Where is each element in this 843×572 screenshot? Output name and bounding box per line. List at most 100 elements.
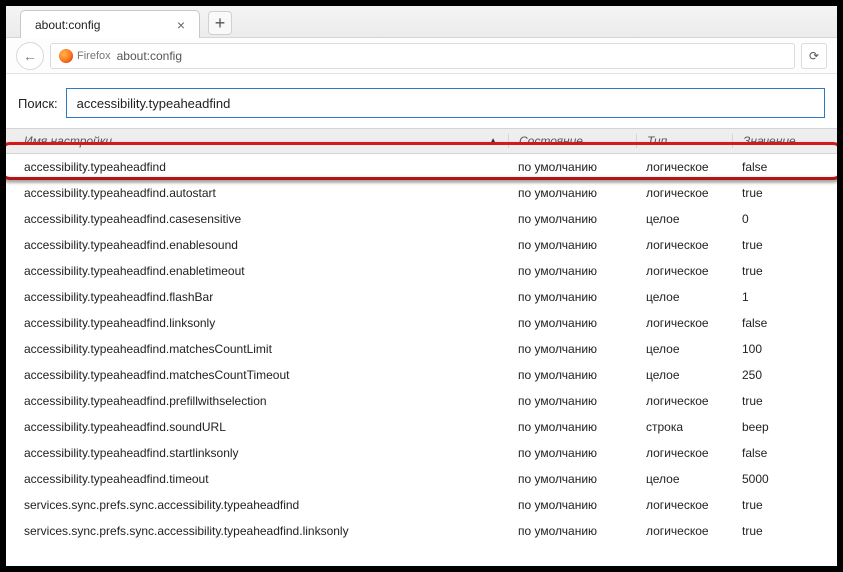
pref-name: accessibility.typeaheadfind.autostart: [24, 186, 216, 200]
table-row[interactable]: accessibility.typeaheadfind.soundURL по …: [6, 414, 837, 440]
pref-value: false: [742, 160, 767, 174]
pref-name: accessibility.typeaheadfind: [24, 160, 166, 174]
pref-value: 0: [742, 212, 749, 226]
pref-value: 5000: [742, 472, 769, 486]
pref-state: по умолчанию: [518, 368, 597, 382]
pref-state: по умолчанию: [518, 238, 597, 252]
pref-value: true: [742, 498, 763, 512]
col-header-value[interactable]: Значение: [732, 134, 837, 148]
brand-label: Firefox: [77, 50, 111, 62]
pref-value: true: [742, 524, 763, 538]
table-header: Имя настройки ▲ Состояние Тип Значение: [6, 128, 837, 154]
pref-name: accessibility.typeaheadfind.enabletimeou…: [24, 264, 245, 278]
pref-type: логическое: [646, 316, 709, 330]
col-header-state[interactable]: Состояние: [508, 134, 636, 148]
table-row[interactable]: accessibility.typeaheadfind.startlinkson…: [6, 440, 837, 466]
pref-name: accessibility.typeaheadfind.matchesCount…: [24, 342, 272, 356]
col-header-type-label: Тип: [647, 134, 667, 148]
pref-name: services.sync.prefs.sync.accessibility.t…: [24, 498, 299, 512]
table-row[interactable]: accessibility.typeaheadfind.timeout по у…: [6, 466, 837, 492]
identity-box[interactable]: Firefox: [59, 49, 111, 63]
pref-value: 250: [742, 368, 762, 382]
table-row[interactable]: accessibility.typeaheadfind.prefillwiths…: [6, 388, 837, 414]
pref-type: строка: [646, 420, 683, 434]
table-row[interactable]: services.sync.prefs.sync.accessibility.t…: [6, 518, 837, 544]
pref-state: по умолчанию: [518, 290, 597, 304]
pref-name: accessibility.typeaheadfind.enablesound: [24, 238, 238, 252]
pref-state: по умолчанию: [518, 394, 597, 408]
pref-state: по умолчанию: [518, 264, 597, 278]
tab-title: about:config: [35, 18, 173, 32]
table-row[interactable]: accessibility.typeaheadfind.matchesCount…: [6, 336, 837, 362]
table-row[interactable]: accessibility.typeaheadfind.autostart по…: [6, 180, 837, 206]
pref-type: логическое: [646, 160, 709, 174]
back-button[interactable]: ←: [16, 42, 44, 70]
highlighted-row-wrap: accessibility.typeaheadfind по умолчанию…: [6, 154, 837, 180]
sort-arrow-icon: ▲: [488, 136, 498, 147]
pref-state: по умолчанию: [518, 498, 597, 512]
table-row[interactable]: services.sync.prefs.sync.accessibility.t…: [6, 492, 837, 518]
pref-name: accessibility.typeaheadfind.soundURL: [24, 420, 226, 434]
browser-window: about:config × + ← Firefox about:config …: [6, 6, 837, 566]
tab-about-config[interactable]: about:config ×: [20, 10, 200, 38]
pref-value: false: [742, 446, 767, 460]
table-row[interactable]: accessibility.typeaheadfind.enabletimeou…: [6, 258, 837, 284]
pref-type: целое: [646, 368, 680, 382]
table-row[interactable]: accessibility.typeaheadfind.flashBar по …: [6, 284, 837, 310]
url-field[interactable]: Firefox about:config: [50, 43, 795, 69]
pref-type: логическое: [646, 264, 709, 278]
table-row[interactable]: accessibility.typeaheadfind.enablesound …: [6, 232, 837, 258]
table-row[interactable]: accessibility.typeaheadfind.casesensitiv…: [6, 206, 837, 232]
col-header-type[interactable]: Тип: [636, 134, 732, 148]
col-header-state-label: Состояние: [519, 134, 583, 148]
pref-name: services.sync.prefs.sync.accessibility.t…: [24, 524, 349, 538]
pref-type: целое: [646, 472, 680, 486]
plus-icon: +: [215, 13, 226, 34]
pref-type: целое: [646, 342, 680, 356]
pref-name: accessibility.typeaheadfind.linksonly: [24, 316, 215, 330]
table-row[interactable]: accessibility.typeaheadfind.linksonly по…: [6, 310, 837, 336]
pref-value: beep: [742, 420, 769, 434]
pref-state: по умолчанию: [518, 212, 597, 226]
pref-value: false: [742, 316, 767, 330]
col-header-name[interactable]: Имя настройки ▲: [24, 134, 508, 148]
table-row[interactable]: accessibility.typeaheadfind по умолчанию…: [6, 154, 837, 180]
pref-state: по умолчанию: [518, 420, 597, 434]
new-tab-button[interactable]: +: [208, 11, 232, 35]
address-text: about:config: [117, 49, 182, 63]
table-body: accessibility.typeaheadfind по умолчанию…: [6, 154, 837, 544]
pref-state: по умолчанию: [518, 186, 597, 200]
pref-value: true: [742, 186, 763, 200]
pref-value: true: [742, 264, 763, 278]
reload-icon: ⟳: [809, 49, 819, 63]
pref-type: логическое: [646, 238, 709, 252]
firefox-icon: [59, 49, 73, 63]
outer-frame: about:config × + ← Firefox about:config …: [0, 0, 843, 572]
pref-type: логическое: [646, 524, 709, 538]
pref-state: по умолчанию: [518, 342, 597, 356]
pref-type: логическое: [646, 498, 709, 512]
url-bar-row: ← Firefox about:config ⟳: [6, 38, 837, 74]
reload-button[interactable]: ⟳: [801, 43, 827, 69]
pref-name: accessibility.typeaheadfind.matchesCount…: [24, 368, 289, 382]
pref-value: 100: [742, 342, 762, 356]
pref-type: целое: [646, 290, 680, 304]
pref-name: accessibility.typeaheadfind.prefillwiths…: [24, 394, 267, 408]
search-input[interactable]: [66, 88, 825, 118]
back-arrow-icon: ←: [23, 48, 37, 64]
pref-name: accessibility.typeaheadfind.startlinkson…: [24, 446, 239, 460]
pref-type: логическое: [646, 446, 709, 460]
table-row[interactable]: accessibility.typeaheadfind.matchesCount…: [6, 362, 837, 388]
pref-state: по умолчанию: [518, 160, 597, 174]
pref-type: целое: [646, 212, 680, 226]
search-row: Поиск:: [6, 74, 837, 128]
tab-close-icon[interactable]: ×: [173, 17, 189, 33]
pref-name: accessibility.typeaheadfind.timeout: [24, 472, 209, 486]
pref-state: по умолчанию: [518, 446, 597, 460]
pref-state: по умолчанию: [518, 472, 597, 486]
col-header-name-label: Имя настройки: [24, 134, 112, 148]
pref-value: true: [742, 238, 763, 252]
pref-value: 1: [742, 290, 749, 304]
pref-name: accessibility.typeaheadfind.flashBar: [24, 290, 213, 304]
col-header-value-label: Значение: [743, 134, 796, 148]
